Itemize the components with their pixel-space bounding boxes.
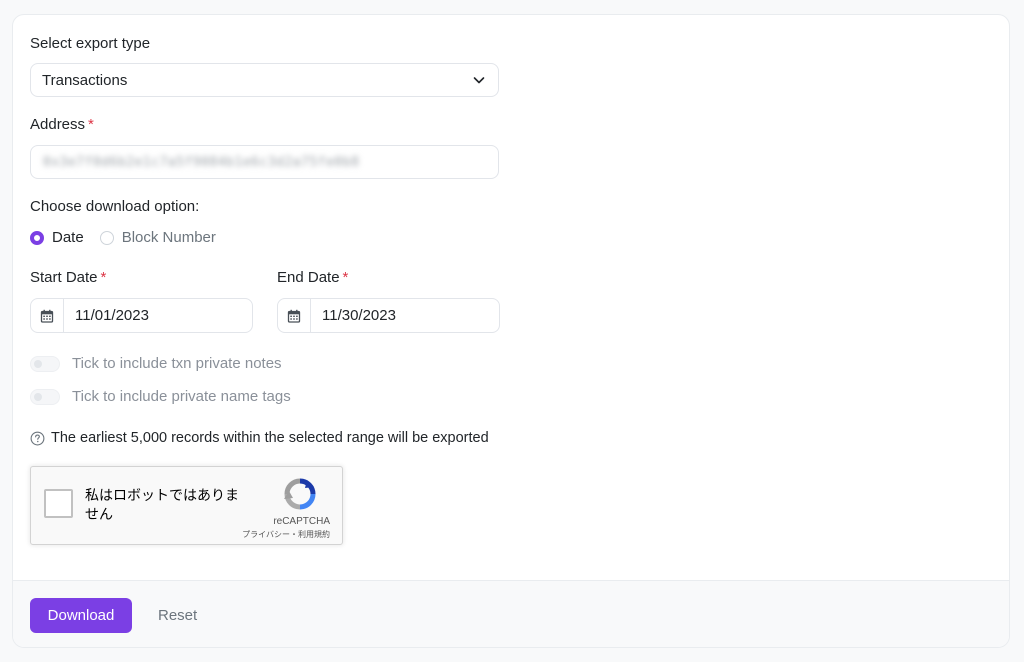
toggle-knob <box>34 359 42 368</box>
radio-unchecked-icon <box>99 230 114 245</box>
download-option-label: Choose download option: <box>30 198 200 215</box>
radio-checked-icon <box>30 230 44 245</box>
required-mark: * <box>88 116 94 133</box>
start-date-calendar-button[interactable] <box>31 299 64 332</box>
toggle-private-name-tags[interactable]: Tick to include private name tags <box>30 388 291 405</box>
end-date-input[interactable]: 11/30/2023 <box>277 298 500 333</box>
address-input[interactable]: 0x3e7f0d6b2e1c7a5f9084b1e6c3d2a75fe0b8 <box>30 145 499 179</box>
export-type-value: Transactions <box>42 71 128 89</box>
recaptcha-logo-icon <box>284 478 316 510</box>
end-date-label: End Date * <box>277 269 349 286</box>
download-option-group: Date Block Number <box>30 229 232 246</box>
export-form: Select export type Transactions Address *… <box>13 15 1009 580</box>
calendar-icon <box>287 309 301 323</box>
toggle-knob <box>34 392 42 401</box>
recaptcha-widget: 私はロボットではありません reCAPTCHA プライバシー・利用規約 <box>30 466 343 545</box>
recaptcha-links[interactable]: プライバシー・利用規約 <box>242 529 330 540</box>
reset-button[interactable]: Reset <box>148 598 207 633</box>
radio-date[interactable]: Date <box>30 229 84 246</box>
question-circle-icon <box>30 431 45 445</box>
recaptcha-checkbox[interactable] <box>44 489 73 518</box>
toggle-private-name-tags-label: Tick to include private name tags <box>72 388 291 405</box>
end-date-calendar-button[interactable] <box>278 299 311 332</box>
recaptcha-text: 私はロボットではありません <box>85 487 239 522</box>
radio-block-number-label: Block Number <box>121 229 216 246</box>
export-type-select[interactable]: Transactions <box>30 63 499 97</box>
toggle-private-notes[interactable]: Tick to include txn private notes <box>30 355 282 372</box>
toggle-switch[interactable] <box>30 355 60 372</box>
export-type-label: Select export type <box>30 35 151 52</box>
start-date-label: Start Date * <box>30 269 107 286</box>
toggle-private-notes-label: Tick to include txn private notes <box>72 355 282 372</box>
export-limit-text: The earliest 5,000 records within the se… <box>51 430 489 446</box>
address-label: Address * <box>30 116 94 133</box>
start-date-input[interactable]: 11/01/2023 <box>30 298 253 333</box>
required-mark: * <box>342 269 349 286</box>
radio-date-label: Date <box>52 229 84 246</box>
export-card: Select export type Transactions Address *… <box>12 14 1010 648</box>
address-value: 0x3e7f0d6b2e1c7a5f9084b1e6c3d2a75fe0b8 <box>43 154 360 170</box>
start-date-value: 11/01/2023 <box>75 307 149 324</box>
end-date-value: 11/30/2023 <box>322 307 396 324</box>
download-button[interactable]: Download <box>30 598 132 633</box>
form-footer: Download Reset <box>13 580 1009 647</box>
toggle-switch[interactable] <box>30 388 60 405</box>
required-mark: * <box>100 269 107 286</box>
recaptcha-brand: reCAPTCHA <box>273 516 330 527</box>
calendar-icon <box>40 309 54 323</box>
radio-block-number[interactable]: Block Number <box>99 229 216 246</box>
chevron-down-icon <box>473 77 485 84</box>
export-limit-info: The earliest 5,000 records within the se… <box>30 430 489 446</box>
